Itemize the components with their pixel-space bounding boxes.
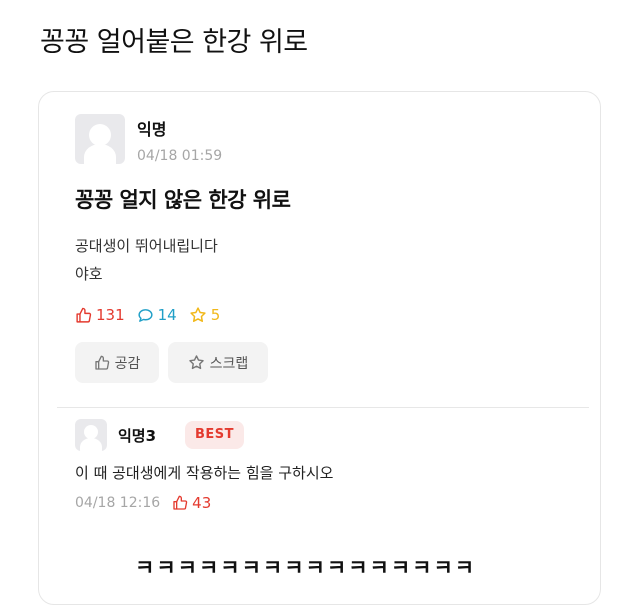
- comment-author-avatar: [75, 419, 107, 451]
- post-body-line: 야호: [75, 265, 103, 283]
- post-like-count: 131: [75, 306, 125, 324]
- post-body-line: 공대생이 뛰어내립니다: [75, 237, 218, 255]
- headline: 꽁꽁 얼어붙은 한강 위로: [40, 27, 308, 58]
- star-icon: [188, 355, 204, 370]
- like-button[interactable]: 공감: [75, 342, 159, 383]
- post-body: 공대생이 뛰어내립니다 야호: [75, 232, 218, 288]
- comment-like-button[interactable]: 43: [172, 494, 211, 512]
- comments-divider: [57, 407, 589, 408]
- post-card: 익명 04/18 01:59 꽁꽁 얼지 않은 한강 위로 공대생이 뛰어내립니…: [38, 91, 601, 605]
- speech-bubble-icon: [138, 308, 153, 322]
- best-badge: BEST: [185, 421, 245, 449]
- thumbs-up-icon: [94, 355, 109, 370]
- post-stats: 131 14 5: [75, 306, 232, 324]
- thumbs-up-icon: [76, 307, 92, 323]
- comment-text: 이 때 공대생에게 작용하는 힘을 구하시오: [75, 464, 334, 482]
- post-comment-count: 14: [137, 306, 177, 324]
- post-author-avatar: [75, 114, 125, 164]
- post-scrap-count: 5: [189, 306, 220, 324]
- comment-timestamp: 04/18 12:16: [75, 495, 161, 511]
- scrap-button[interactable]: 스크랩: [168, 342, 268, 383]
- thumbs-up-icon: [173, 495, 188, 510]
- comment-meta: 04/18 12:16 43: [75, 494, 211, 512]
- post-author-name: 익명: [137, 120, 167, 139]
- post-timestamp: 04/18 01:59: [137, 148, 223, 164]
- reaction-text: ㅋㅋㅋㅋㅋㅋㅋㅋㅋㅋㅋㅋㅋㅋㅋㅋ: [135, 556, 477, 580]
- post-title: 꽁꽁 얼지 않은 한강 위로: [75, 188, 291, 212]
- star-icon: [190, 307, 206, 322]
- post-actions: 공감 스크랩: [75, 342, 277, 383]
- comment-author-name: 익명3: [118, 427, 157, 445]
